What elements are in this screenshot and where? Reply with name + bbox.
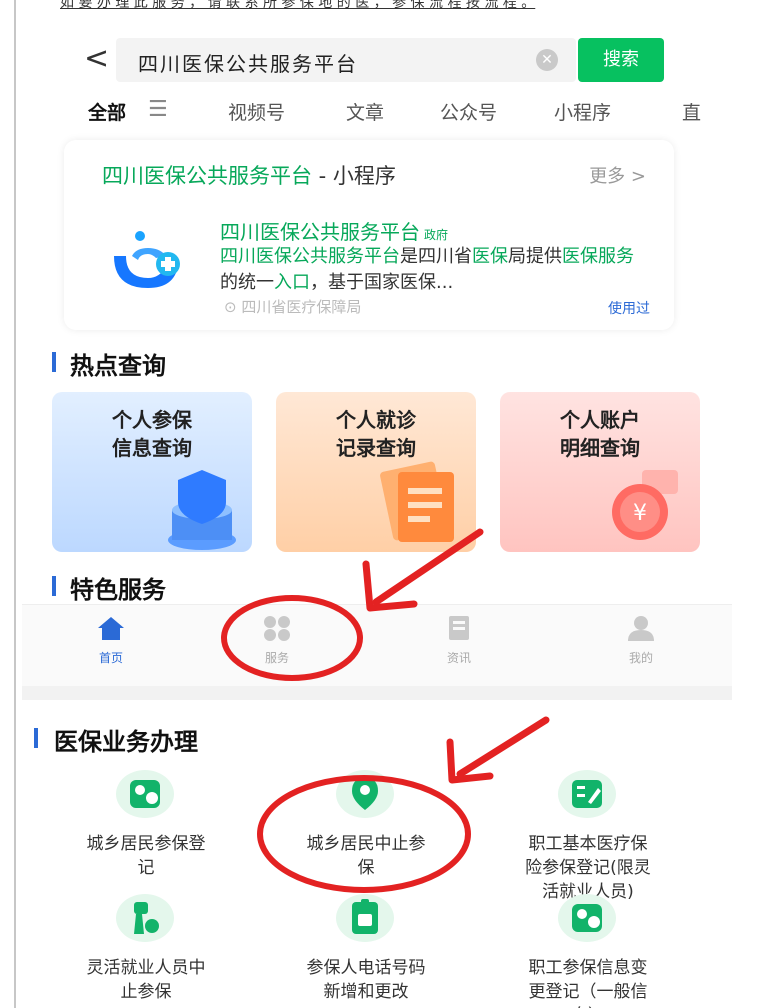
person-card-icon xyxy=(116,770,174,818)
medical-business-title: 医保业务办理 xyxy=(54,728,198,756)
search-tabs: 全部 ☰ 视频号 文章 公众号 小程序 直 xyxy=(88,98,708,132)
tab-articles[interactable]: 文章 xyxy=(346,98,384,125)
user-icon xyxy=(628,616,654,641)
hot-card-account-details[interactable]: 个人账户 明细查询 ¥ xyxy=(500,392,700,552)
section-bar xyxy=(52,352,56,372)
person-card-icon xyxy=(558,894,616,942)
shield-icon xyxy=(168,470,236,550)
hot-query-title: 热点查询 xyxy=(70,352,166,380)
nav-service[interactable]: 服务 xyxy=(232,615,322,666)
back-arrow-icon[interactable]: < xyxy=(84,44,109,74)
section-bar xyxy=(52,576,56,596)
document-icon xyxy=(380,461,454,542)
left-border-line xyxy=(14,0,16,1008)
nav-news[interactable]: 资讯 xyxy=(414,615,504,666)
mini-program-result-card[interactable]: 四川医保公共服务平台 - 小程序 更多 > 四川医保公共服务平台 政府 四川医保公… xyxy=(64,140,674,330)
search-query: 四川医保公共服务平台 xyxy=(138,52,358,76)
bottom-nav: 首页 服务 资讯 我的 xyxy=(22,604,732,686)
svg-text:¥: ¥ xyxy=(633,501,647,526)
sichuan-medical-insurance-logo xyxy=(114,231,180,288)
app-name: 四川医保公共服务平台 政府 xyxy=(220,220,449,244)
app-description: 四川医保公共服务平台是四川省医保局提供医保服务的统一入口，基于国家医保... xyxy=(220,246,634,293)
gov-badge: 政府 xyxy=(424,228,449,242)
annotation-arrow xyxy=(446,716,550,784)
badge-icon xyxy=(336,894,394,942)
divider xyxy=(22,686,732,700)
more-link[interactable]: 更多 > xyxy=(589,162,646,188)
tab-mini-programs[interactable]: 小程序 xyxy=(554,98,611,125)
hot-card-insurance-info[interactable]: 个人参保 信息查询 xyxy=(52,392,252,552)
used-tag: 使用过 xyxy=(608,301,650,317)
nav-home[interactable]: 首页 xyxy=(66,615,156,666)
grid-icon xyxy=(264,616,290,641)
publisher: ⊙ 四川省医疗保障局 xyxy=(224,298,362,316)
location-pin-icon xyxy=(336,770,394,818)
search-input[interactable]: 四川医保公共服务平台 ✕ xyxy=(116,38,576,82)
form-edit-icon xyxy=(558,770,616,818)
truncated-top-text: 如 要 办 理 此 服 务 ， 请 联 系 所 参 保 地 的 医 ， 参 保 … xyxy=(60,0,536,11)
filter-icon[interactable]: ☰ xyxy=(148,99,168,121)
tab-all[interactable]: 全部 xyxy=(88,98,126,125)
coin-icon: ¥ xyxy=(612,470,678,540)
hot-card-medical-records[interactable]: 个人就诊 记录查询 xyxy=(276,392,476,552)
result-section-header: 四川医保公共服务平台 - 小程序 xyxy=(102,164,396,188)
special-service-title: 特色服务 xyxy=(70,576,166,604)
tab-live[interactable]: 直 xyxy=(682,98,701,125)
home-icon xyxy=(98,617,124,640)
worker-icon xyxy=(116,894,174,942)
section-bar xyxy=(34,728,38,748)
news-icon xyxy=(449,616,469,640)
search-button[interactable]: 搜索 xyxy=(578,38,664,82)
nav-mine[interactable]: 我的 xyxy=(596,615,686,666)
tab-channels[interactable]: 视频号 xyxy=(228,98,285,125)
clear-icon[interactable]: ✕ xyxy=(536,49,558,71)
tab-official-accounts[interactable]: 公众号 xyxy=(440,98,497,125)
